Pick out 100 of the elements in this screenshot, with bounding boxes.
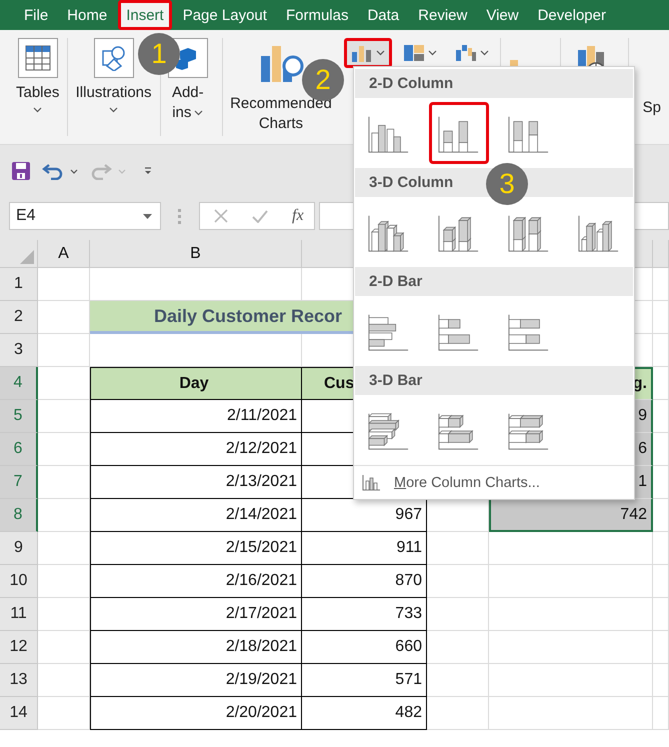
redo-icon	[90, 162, 112, 180]
ribbon-tab[interactable]: View	[478, 0, 527, 30]
ribbon-tab[interactable]: Review	[410, 0, 476, 30]
empty-cell	[653, 433, 669, 466]
ribbon-tab[interactable]: Home	[59, 0, 116, 30]
ribbon-tab[interactable]: Data	[359, 0, 408, 30]
table-cell: 742	[489, 499, 653, 532]
name-box[interactable]: E4	[9, 202, 161, 230]
group-label: Charts	[258, 114, 304, 134]
empty-cell	[653, 334, 669, 367]
row-header[interactable]: 12	[0, 631, 38, 664]
empty-cell	[653, 664, 669, 697]
table-cell: 733	[302, 598, 427, 631]
table-cell: 911	[302, 532, 427, 565]
ribbon-tab[interactable]: Developer	[530, 0, 614, 30]
group-label: ins	[172, 103, 192, 123]
ribbon-tab[interactable]: File	[16, 0, 56, 30]
table-cell: 571	[302, 664, 427, 697]
table-cell: 2/13/2021	[90, 466, 302, 499]
customize-icon	[144, 167, 152, 175]
table-cell: 2/17/2021	[90, 598, 302, 631]
ribbon-tab[interactable]: Insert	[118, 0, 172, 30]
more-charts-link[interactable]: More Column Charts...	[354, 465, 634, 499]
empty-cell	[427, 565, 489, 598]
row-header[interactable]: 9	[0, 532, 38, 565]
column-header[interactable]: A	[38, 240, 90, 268]
table-cell: 482	[302, 697, 427, 730]
empty-cell	[653, 400, 669, 433]
ribbon-button[interactable]	[94, 38, 134, 78]
chevron-down-icon	[428, 50, 437, 56]
row-header[interactable]: 14	[0, 697, 38, 730]
table-header-cell: Day	[90, 367, 302, 400]
table-cell: 2/14/2021	[90, 499, 302, 532]
table-cell: 2/18/2021	[90, 631, 302, 664]
chart-type-button[interactable]	[344, 38, 392, 68]
insert-function-button[interactable]: fx	[292, 207, 304, 225]
table-cell: 660	[302, 631, 427, 664]
save-icon	[12, 162, 30, 180]
row-header[interactable]: 11	[0, 598, 38, 631]
waterfall-chart-icon	[454, 44, 477, 62]
dropdown-icon	[143, 214, 152, 218]
table-cell: 2/16/2021	[90, 565, 302, 598]
empty-cell	[653, 367, 669, 400]
caret-down-icon	[118, 168, 126, 174]
empty-cell	[427, 664, 489, 697]
column-chart-icon	[362, 474, 380, 490]
row-header[interactable]: 8	[0, 499, 38, 532]
group-label: Illustrations	[76, 83, 152, 103]
undo-icon	[42, 162, 64, 180]
section-header: 2-D Column	[355, 69, 633, 98]
undo-button[interactable]	[42, 162, 64, 180]
empty-cell	[653, 466, 669, 499]
group-label: Tables	[16, 83, 60, 103]
ribbon-button[interactable]	[18, 38, 58, 78]
empty-cell	[427, 598, 489, 631]
row-header[interactable]: 5	[0, 400, 38, 433]
row-header[interactable]: 1	[0, 268, 38, 301]
hierarchy-chart-icon	[402, 44, 425, 62]
group-label: Sp	[642, 98, 661, 118]
section-header: 2-D Bar	[355, 267, 633, 296]
chevron-down-icon	[480, 50, 489, 56]
chart-type-option[interactable]	[429, 102, 489, 164]
empty-cell	[653, 565, 669, 598]
table-cell: 2/12/2021	[90, 433, 302, 466]
empty-cell	[653, 499, 669, 532]
empty-cell	[653, 697, 669, 730]
empty-cell	[653, 631, 669, 664]
empty-cell	[653, 301, 669, 334]
name-box-value: E4	[16, 207, 36, 225]
row-header[interactable]: 6	[0, 433, 38, 466]
caret-down-icon	[70, 168, 78, 174]
empty-cell	[653, 598, 669, 631]
empty-cell	[427, 631, 489, 664]
empty-cell	[653, 532, 669, 565]
empty-cell	[427, 697, 489, 730]
shapes-icon	[100, 45, 127, 71]
row-header[interactable]: 7	[0, 466, 38, 499]
row-header[interactable]: 10	[0, 565, 38, 598]
ribbon-tab[interactable]: Page Layout	[174, 0, 275, 30]
table-cell: 870	[302, 565, 427, 598]
table-cell: 2/15/2021	[90, 532, 302, 565]
check-icon[interactable]	[252, 210, 268, 222]
ribbon-tab[interactable]: Formulas	[278, 0, 356, 30]
column-header[interactable]: B	[90, 240, 302, 268]
empty-cell	[427, 532, 489, 565]
table-cell: 2/11/2021	[90, 400, 302, 433]
table-cell: 2/20/2021	[90, 697, 302, 730]
row-header[interactable]: 2	[0, 301, 38, 334]
chevron-down-icon	[376, 50, 385, 56]
section-header: 3-D Bar	[355, 366, 633, 395]
table-icon	[24, 45, 51, 71]
row-header[interactable]: 3	[0, 334, 38, 367]
customize-toolbar-button[interactable]	[144, 167, 152, 175]
row-header[interactable]: 4	[0, 367, 38, 400]
group-label: Add-	[172, 83, 204, 103]
table-cell: 2/19/2021	[90, 664, 302, 697]
undo-menu-button[interactable]	[70, 168, 78, 174]
save-button[interactable]	[12, 162, 30, 180]
row-header[interactable]: 13	[0, 664, 38, 697]
column-chart-icon	[350, 44, 373, 62]
